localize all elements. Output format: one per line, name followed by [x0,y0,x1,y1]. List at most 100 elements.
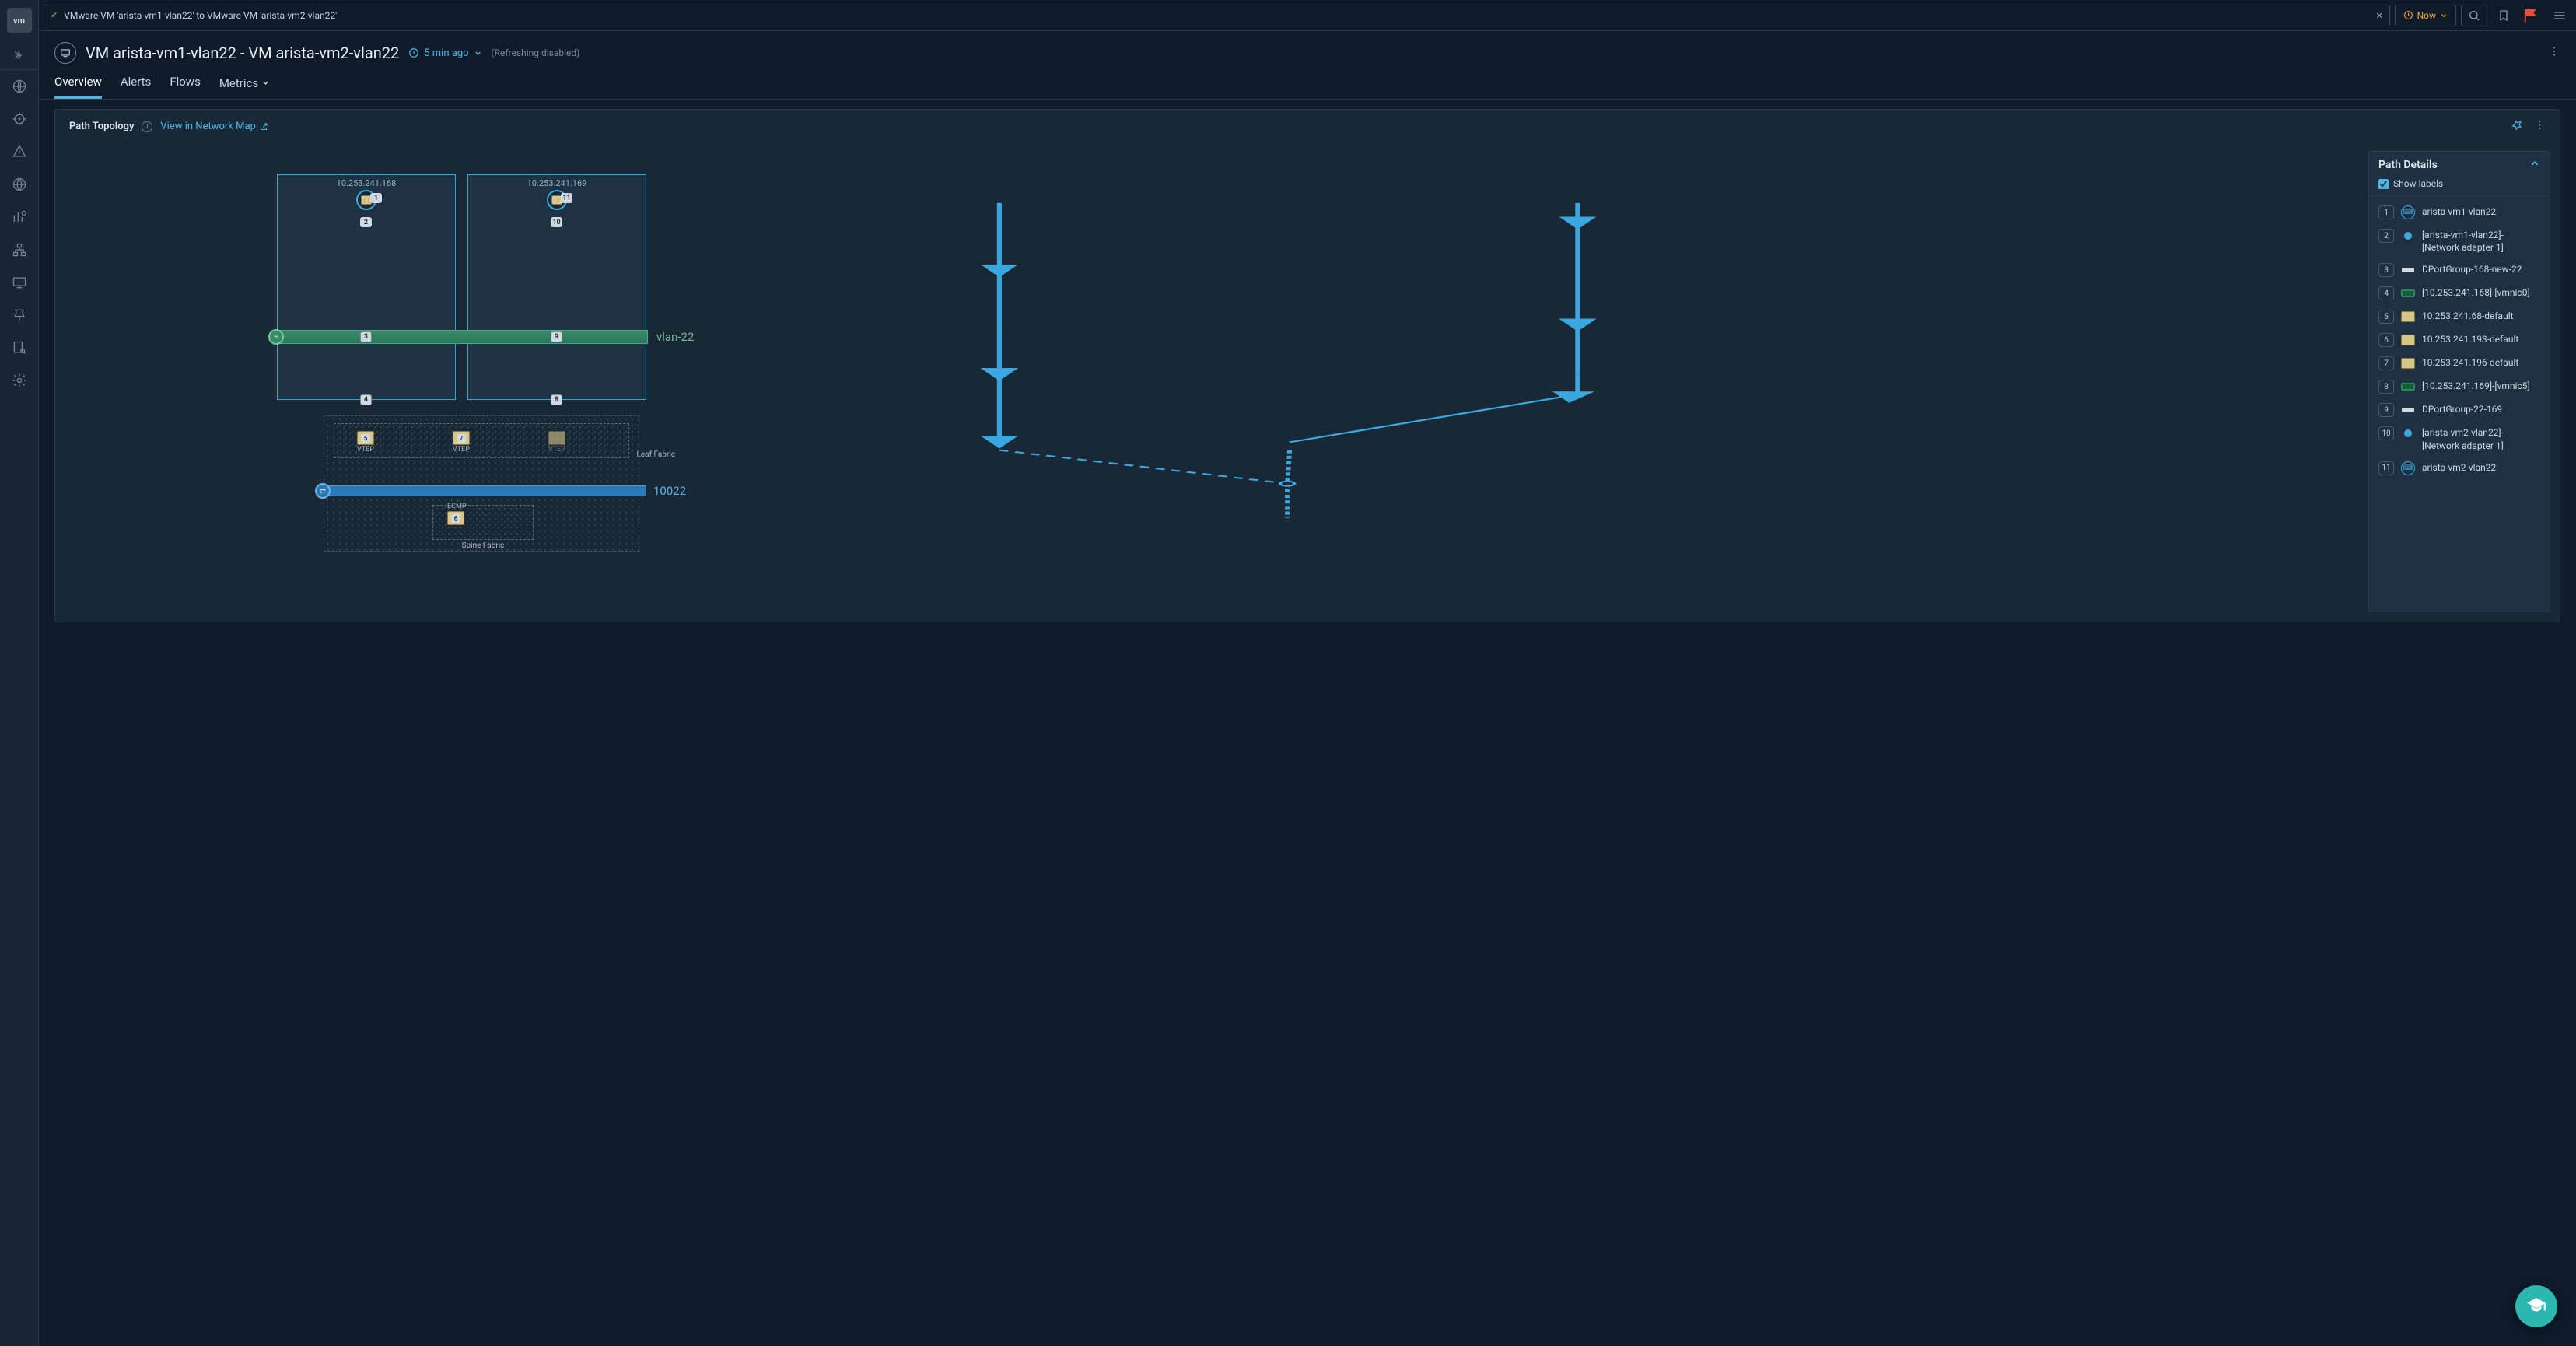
sidebar-nav-network[interactable] [0,168,39,201]
path-details-title: Path Details [2378,159,2438,171]
hop-3: 3 [360,331,372,342]
vni-label: 10022 [653,484,686,498]
hop-dot-icon [2400,229,2416,243]
tabs: Overview Alerts Flows Metrics [39,64,2576,100]
hop-dot-icon [2400,426,2416,440]
vlan-icon: ≡ [268,329,284,345]
page-header: VM arista-vm1-vlan22 - VM arista-vm2-vla… [39,31,2576,64]
hop-number: 10 [2378,426,2394,440]
hop-4: 4 [360,394,372,405]
path-detail-item[interactable]: 9DPortGroup-22-169 [2369,398,2550,422]
sidebar-nav-pin[interactable] [0,299,39,331]
pin-icon[interactable] [2511,119,2523,134]
vmware-logo[interactable]: vm [7,8,32,33]
ecmp-label: ECMP [447,503,467,510]
switch-5[interactable]: 5 [357,431,374,445]
path-detail-item[interactable]: 4 [10.253.241.168]-[vmnic0] [2369,282,2550,305]
show-labels-label: Show labels [2393,178,2443,189]
hop-label: arista-vm2-vlan22 [2422,461,2540,474]
hop-label: 10.253.241.193-default [2422,333,2540,345]
vlan-label: vlan-22 [656,330,694,344]
path-detail-item[interactable]: 7 10.253.241.196-default [2369,352,2550,375]
page-title: VM arista-vm1-vlan22 - VM arista-vm2-vla… [86,44,399,62]
help-fab[interactable] [2515,1285,2557,1327]
search-box[interactable]: ✔ VMware VM 'arista-vm1-vlan22' to VMwar… [44,5,2390,26]
vtep-5: VTEP [357,446,374,454]
path-detail-item[interactable]: 2 [arista-vm1-vlan22]-[Network adapter 1] [2369,224,2550,258]
topology-canvas[interactable]: 10.253.241.168 10.253.241.169 ≡ vlan-22 [55,143,2368,622]
switch-7[interactable]: 7 [453,431,470,445]
tab-metrics[interactable]: Metrics [219,75,270,99]
hop-number: 2 [2378,229,2394,243]
path-detail-item[interactable]: 510.253.241.68-default [2369,305,2550,328]
panel-more-icon[interactable] [2534,119,2546,134]
panel-title: Path Topology [69,121,134,132]
hop-vm-icon [2400,461,2416,475]
switch-6[interactable]: 6 [447,511,464,525]
tab-flows[interactable]: Flows [170,75,201,99]
sidebar-nav-alerts[interactable] [0,135,39,168]
view-network-map-link[interactable]: View in Network Map [160,121,268,132]
left-sidebar: vm [0,0,39,1346]
flag-button[interactable] [2520,5,2543,26]
time-ago-dropdown[interactable]: 5 min ago [408,47,481,59]
hop-11: 11 [561,193,572,203]
refresh-status: (Refreshing disabled) [492,47,580,58]
hop-sw-icon [2400,333,2416,347]
hop-2: 2 [360,217,372,227]
path-detail-item[interactable]: 8 [10.253.241.169]-[vmnic5] [2369,375,2550,398]
tab-overview[interactable]: Overview [54,75,102,99]
hop-label: 10.253.241.196-default [2422,356,2540,369]
hop-label: arista-vm1-vlan22 [2422,205,2540,218]
path-topology-panel: Path Topology i View in Network Map [54,109,2560,622]
path-detail-item[interactable]: 1 arista-vm1-vlan22 [2369,201,2550,224]
hop-number: 1 [2378,205,2394,219]
time-now-button[interactable]: Now [2395,5,2456,26]
tab-alerts[interactable]: Alerts [121,75,152,99]
host2-ip: 10.253.241.169 [468,178,646,188]
info-icon[interactable]: i [142,121,152,132]
hop-label: [arista-vm2-vlan22]-[Network adapter 1] [2422,426,2540,451]
hop-label: DPortGroup-22-169 [2422,403,2540,415]
hop-sw-icon [2400,356,2416,370]
path-detail-item[interactable]: 3DPortGroup-168-new-22 [2369,258,2550,282]
vtep-extra: VTEP [548,446,565,454]
hop-bar-icon [2400,403,2416,417]
now-label: Now [2417,10,2436,21]
topbar: ✔ VMware VM 'arista-vm1-vlan22' to VMwar… [39,0,2576,31]
switch-extra[interactable] [548,431,565,445]
show-labels-checkbox[interactable] [2378,179,2389,189]
header-more-icon[interactable] [2548,45,2560,61]
vlan-bar: ≡ vlan-22 [277,330,648,344]
hop-number: 8 [2378,380,2394,394]
sidebar-nav-settings[interactable] [0,364,39,397]
hop-label: [10.253.241.168]-[vmnic0] [2422,286,2540,299]
hop-nic-icon [2400,286,2416,300]
hop-8: 8 [551,394,562,405]
search-button[interactable] [2461,5,2487,26]
collapse-icon[interactable] [2529,158,2540,172]
host1-ip: 10.253.241.168 [278,178,455,188]
check-icon: ✔ [51,10,58,20]
sidebar-nav-search-docs[interactable] [0,331,39,364]
clear-search-icon[interactable]: × [2376,8,2383,23]
hop-label: [10.253.241.169]-[vmnic5] [2422,380,2540,392]
hop-label: 10.253.241.68-default [2422,310,2540,322]
bookmark-button[interactable] [2492,5,2515,26]
sidebar-nav-globe[interactable] [0,70,39,103]
hop-1: 1 [370,193,382,203]
sidebar-nav-topology[interactable] [0,233,39,266]
hop-number: 7 [2378,356,2394,370]
expand-sidebar-button[interactable] [0,40,39,70]
hop-vm-icon [2400,205,2416,219]
path-detail-item[interactable]: 11arista-vm2-vlan22 [2369,457,2550,480]
sidebar-nav-analytics[interactable] [0,201,39,233]
sidebar-nav-vm[interactable] [0,266,39,299]
path-detail-item[interactable]: 10 [arista-vm2-vlan22]-[Network adapter 1… [2369,422,2550,456]
hop-number: 4 [2378,286,2394,300]
menu-button[interactable] [2548,5,2571,26]
sidebar-nav-target[interactable] [0,103,39,135]
path-details-list: 1 arista-vm1-vlan22 2 [arista-vm1-vlan22]-[… [2369,196,2550,612]
hop-label: [arista-vm1-vlan22]-[Network adapter 1] [2422,229,2540,254]
path-detail-item[interactable]: 610.253.241.193-default [2369,328,2550,352]
